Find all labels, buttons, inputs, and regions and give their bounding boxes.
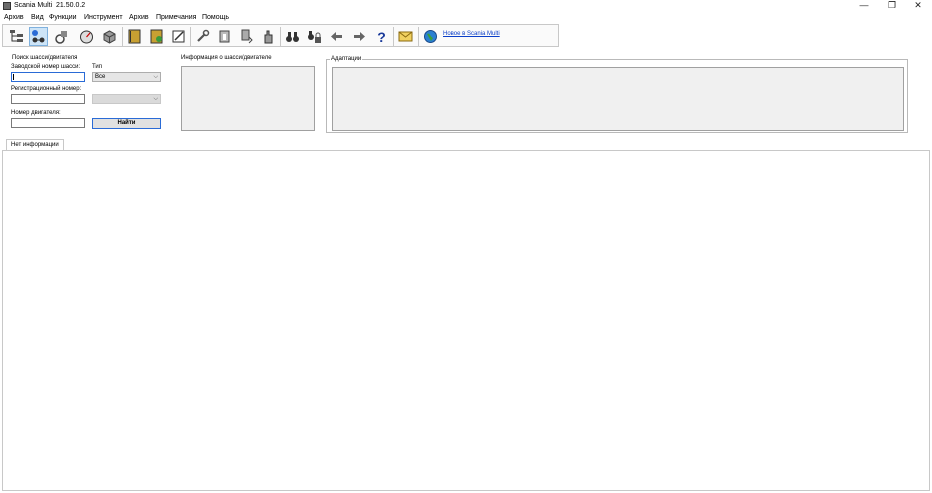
app-icon	[3, 2, 11, 10]
gauge-icon[interactable]	[77, 27, 96, 46]
toolbar-separator	[122, 27, 123, 46]
toolbar: ? Новое в Scania Multi	[2, 24, 559, 47]
help-icon[interactable]: ?	[372, 27, 391, 46]
adaptations-group-label: Адаптации	[330, 56, 363, 62]
wrench-icon[interactable]	[193, 27, 212, 46]
text-caret	[13, 74, 14, 80]
close-button[interactable]: ✕	[904, 0, 932, 12]
toolbar-separator	[418, 27, 419, 46]
menu-view[interactable]: Вид	[31, 14, 44, 21]
chassis-label: Заводской номер шасси:	[11, 64, 81, 70]
globe-icon[interactable]	[421, 27, 440, 46]
notepad-icon[interactable]	[169, 27, 188, 46]
component-icon[interactable]	[53, 27, 72, 46]
main-content-area	[2, 150, 930, 491]
hand-icon[interactable]	[259, 27, 278, 46]
tree-view-icon[interactable]	[7, 27, 26, 46]
info-panel	[181, 66, 315, 131]
window-title: Scania Multi	[14, 2, 53, 9]
chassis-search-icon[interactable]	[29, 27, 48, 46]
toolbar-separator	[393, 27, 394, 46]
chassis-number-input[interactable]	[11, 72, 85, 82]
tab-no-info[interactable]: Нет информации	[6, 139, 64, 150]
info-group: Информация о шасси/двигателе	[176, 55, 321, 133]
chevron-down-icon: ⌵	[153, 74, 158, 80]
minimize-button[interactable]: —	[850, 0, 878, 12]
restore-button[interactable]: ❐	[878, 0, 906, 12]
adaptations-panel	[332, 67, 904, 131]
menu-notes[interactable]: Примечания	[156, 14, 196, 21]
engine-number-label: Номер двигателя:	[11, 110, 61, 116]
find-button[interactable]: Найти	[92, 118, 161, 129]
menu-archive-2[interactable]: Архив	[129, 14, 149, 21]
type-select-value: Все	[95, 74, 106, 80]
toolbar-separator	[190, 27, 191, 46]
box-icon[interactable]	[100, 27, 119, 46]
lock-binoculars-icon[interactable]	[305, 27, 324, 46]
info-group-label: Информация о шасси/двигателе	[180, 55, 273, 61]
binoculars-icon[interactable]	[283, 27, 302, 46]
adaptations-group: Адаптации	[326, 56, 908, 133]
engine-number-input[interactable]	[11, 118, 85, 128]
download-icon[interactable]	[237, 27, 256, 46]
search-group: Поиск шасси/двигателя Заводской номер ша…	[6, 55, 165, 133]
reg-number-label: Регистрационный номер:	[11, 86, 82, 92]
menu-help[interactable]: Помощь	[202, 14, 229, 21]
menu-functions[interactable]: Функции	[49, 14, 77, 21]
book-icon[interactable]	[125, 27, 144, 46]
window-version: 21.50.0.2	[56, 2, 86, 9]
menu-bar: Архив Вид Функции Инструмент Архив Приме…	[0, 13, 932, 23]
chevron-down-icon: ⌵	[153, 96, 158, 102]
news-link[interactable]: Новое в Scania Multi	[443, 31, 500, 37]
type-label: Тип	[92, 64, 103, 70]
book-green-icon[interactable]	[147, 27, 166, 46]
menu-tools[interactable]: Инструмент	[84, 14, 123, 21]
reg-number-input[interactable]	[11, 94, 85, 104]
title-bar: Scania Multi 21.50.0.2 — ❐ ✕	[0, 0, 932, 12]
reg-type-select: ⌵	[92, 94, 161, 104]
forward-arrow-icon[interactable]	[350, 27, 369, 46]
part-icon[interactable]	[215, 27, 234, 46]
svg-text:?: ?	[377, 29, 386, 44]
toolbar-separator	[280, 27, 281, 46]
type-select[interactable]: Все ⌵	[92, 72, 161, 82]
back-arrow-icon[interactable]	[327, 27, 346, 46]
mail-icon[interactable]	[396, 27, 415, 46]
search-group-label: Поиск шасси/двигателя	[11, 55, 79, 61]
menu-archive[interactable]: Архив	[4, 14, 24, 21]
